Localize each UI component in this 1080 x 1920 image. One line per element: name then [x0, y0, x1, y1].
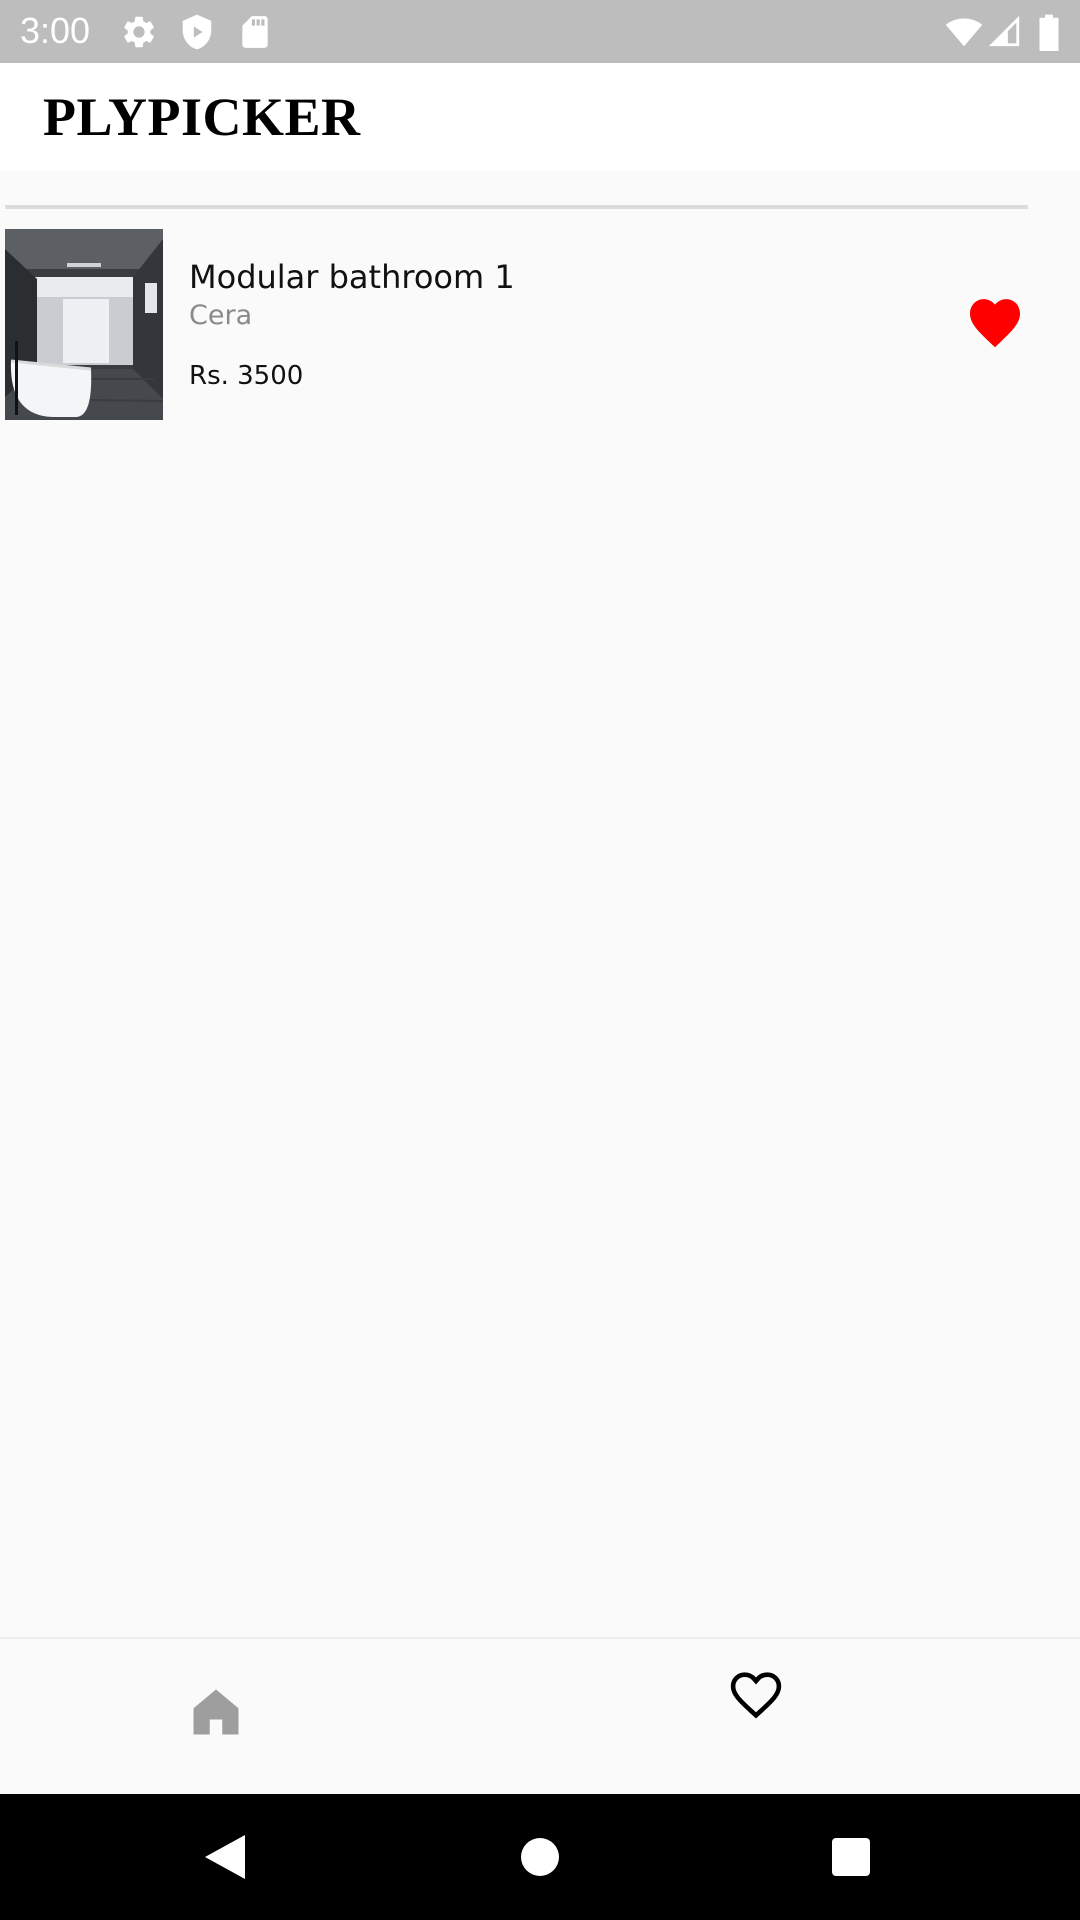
- home-circle-icon: [521, 1838, 559, 1876]
- home-icon: [193, 1689, 239, 1735]
- bottom-navigation: [0, 1637, 1080, 1794]
- nav-home-button[interactable]: [186, 1682, 246, 1742]
- product-brand: Cera: [189, 300, 253, 331]
- system-recents-button[interactable]: [831, 1837, 871, 1877]
- app-title: PLYPICKER: [43, 87, 361, 147]
- battery-icon: [1036, 13, 1062, 51]
- sd-card-icon: [236, 13, 274, 51]
- status-bar: 3:00: [0, 0, 1080, 63]
- remove-favorite-button[interactable]: [965, 297, 1025, 353]
- nav-favorites-button[interactable]: [725, 1665, 787, 1721]
- system-back-button[interactable]: [203, 1834, 247, 1880]
- heart-outline-icon: [730, 1672, 782, 1719]
- back-triangle-icon: [205, 1835, 245, 1879]
- status-time: 3:00: [20, 10, 91, 51]
- product-name: Modular bathroom 1: [189, 258, 515, 296]
- system-navigation-bar: [0, 1794, 1080, 1920]
- shield-icon: [178, 13, 216, 51]
- heart-filled-icon: [970, 299, 1020, 348]
- product-price: Rs. 3500: [189, 361, 304, 391]
- system-home-button[interactable]: [520, 1837, 560, 1877]
- settings-icon: [120, 13, 158, 51]
- cell-signal-icon: [988, 13, 1022, 51]
- wifi-icon: [944, 13, 984, 51]
- app-bar: PLYPICKER: [0, 63, 1080, 170]
- list-divider: [5, 205, 1028, 209]
- list-item[interactable]: Modular bathroom 1 Cera Rs. 3500: [5, 229, 1075, 420]
- recents-square-icon: [832, 1838, 870, 1876]
- favorites-screen: 3:00 PLYPICKER Modular bathroom 1 Cera R…: [0, 0, 1080, 1920]
- product-image[interactable]: [5, 229, 163, 420]
